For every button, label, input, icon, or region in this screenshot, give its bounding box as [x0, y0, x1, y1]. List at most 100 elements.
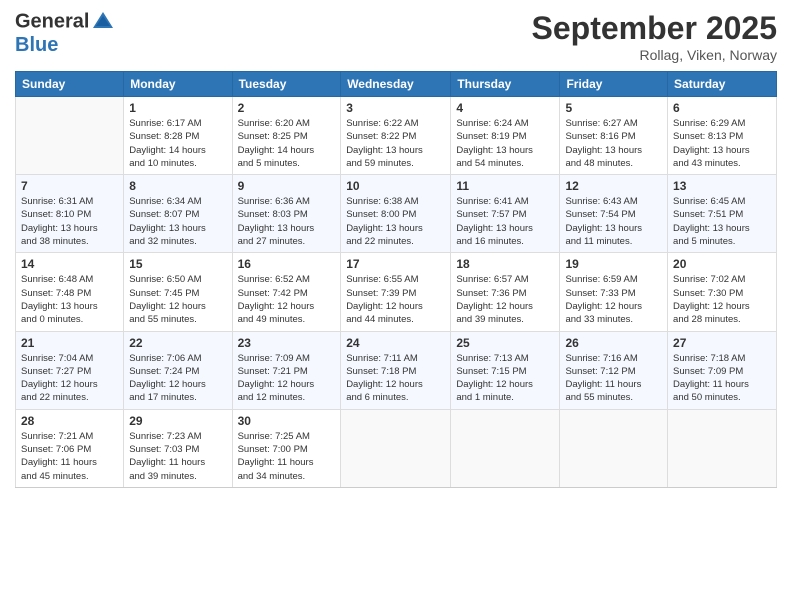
month-title: September 2025 [532, 10, 777, 47]
calendar-cell: 4 Sunrise: 6:24 AMSunset: 8:19 PMDaylight… [451, 97, 560, 175]
day-number: 6 [673, 101, 771, 115]
calendar-cell: 12 Sunrise: 6:43 AMSunset: 7:54 PMDayligh… [560, 175, 668, 253]
day-info: Sunrise: 6:31 AMSunset: 8:10 PMDaylight:… [21, 195, 118, 248]
calendar-cell: 27Sunrise: 7:18 AMSunset: 7:09 PMDayligh… [668, 331, 777, 409]
day-number: 23 [238, 336, 336, 350]
day-number: 13 [673, 179, 771, 193]
day-info: Sunrise: 7:16 AMSunset: 7:12 PMDaylight:… [565, 352, 662, 405]
day-number: 7 [21, 179, 118, 193]
calendar-cell: 10 Sunrise: 6:38 AMSunset: 8:00 PMDayligh… [341, 175, 451, 253]
calendar-cell: 19 Sunrise: 6:59 AMSunset: 7:33 PMDayligh… [560, 253, 668, 331]
day-number: 2 [238, 101, 336, 115]
weekday-header-monday: Monday [124, 72, 232, 97]
day-number: 30 [238, 414, 336, 428]
day-info: Sunrise: 6:22 AMSunset: 8:22 PMDaylight:… [346, 117, 445, 170]
weekday-header-tuesday: Tuesday [232, 72, 341, 97]
calendar-cell: 5 Sunrise: 6:27 AMSunset: 8:16 PMDaylight… [560, 97, 668, 175]
calendar-cell: 23Sunrise: 7:09 AMSunset: 7:21 PMDayligh… [232, 331, 341, 409]
calendar-cell: 15 Sunrise: 6:50 AMSunset: 7:45 PMDayligh… [124, 253, 232, 331]
day-info: Sunrise: 7:04 AMSunset: 7:27 PMDaylight:… [21, 352, 118, 405]
calendar-cell: 28 Sunrise: 7:21 AMSunset: 7:06 PMDayligh… [16, 409, 124, 487]
calendar-cell: 22 Sunrise: 7:06 AMSunset: 7:24 PMDayligh… [124, 331, 232, 409]
day-info: Sunrise: 6:55 AMSunset: 7:39 PMDaylight:… [346, 273, 445, 326]
calendar-cell: 17 Sunrise: 6:55 AMSunset: 7:39 PMDayligh… [341, 253, 451, 331]
header: General Blue September 2025 Rollag, Vike… [15, 10, 777, 63]
day-number: 4 [456, 101, 554, 115]
day-info: Sunrise: 6:20 AMSunset: 8:25 PMDaylight:… [238, 117, 336, 170]
day-info: Sunrise: 6:48 AMSunset: 7:48 PMDaylight:… [21, 273, 118, 326]
day-info: Sunrise: 6:43 AMSunset: 7:54 PMDaylight:… [565, 195, 662, 248]
day-number: 11 [456, 179, 554, 193]
logo-triangle-icon [91, 10, 115, 34]
weekday-header-saturday: Saturday [668, 72, 777, 97]
day-number: 22 [129, 336, 226, 350]
calendar-cell: 7 Sunrise: 6:31 AMSunset: 8:10 PMDaylight… [16, 175, 124, 253]
calendar-cell [560, 409, 668, 487]
calendar-cell: 2 Sunrise: 6:20 AMSunset: 8:25 PMDaylight… [232, 97, 341, 175]
day-number: 21 [21, 336, 118, 350]
logo-general: General [15, 10, 89, 32]
day-info: Sunrise: 6:52 AMSunset: 7:42 PMDaylight:… [238, 273, 336, 326]
weekday-header-row: SundayMondayTuesdayWednesdayThursdayFrid… [16, 72, 777, 97]
calendar-cell: 1 Sunrise: 6:17 AMSunset: 8:28 PMDaylight… [124, 97, 232, 175]
day-info: Sunrise: 6:50 AMSunset: 7:45 PMDaylight:… [129, 273, 226, 326]
calendar-cell [341, 409, 451, 487]
calendar-cell: 3 Sunrise: 6:22 AMSunset: 8:22 PMDaylight… [341, 97, 451, 175]
weekday-header-friday: Friday [560, 72, 668, 97]
location: Rollag, Viken, Norway [532, 47, 777, 63]
calendar-cell: 30 Sunrise: 7:25 AMSunset: 7:00 PMDayligh… [232, 409, 341, 487]
day-info: Sunrise: 6:41 AMSunset: 7:57 PMDaylight:… [456, 195, 554, 248]
calendar-cell: 14 Sunrise: 6:48 AMSunset: 7:48 PMDayligh… [16, 253, 124, 331]
day-info: Sunrise: 7:21 AMSunset: 7:06 PMDaylight:… [21, 430, 118, 483]
calendar-cell: 21 Sunrise: 7:04 AMSunset: 7:27 PMDayligh… [16, 331, 124, 409]
day-number: 20 [673, 257, 771, 271]
day-info: Sunrise: 6:59 AMSunset: 7:33 PMDaylight:… [565, 273, 662, 326]
day-number: 16 [238, 257, 336, 271]
day-info: Sunrise: 6:38 AMSunset: 8:00 PMDaylight:… [346, 195, 445, 248]
day-info: Sunrise: 6:17 AMSunset: 8:28 PMDaylight:… [129, 117, 226, 170]
day-info: Sunrise: 6:57 AMSunset: 7:36 PMDaylight:… [456, 273, 554, 326]
day-info: Sunrise: 7:06 AMSunset: 7:24 PMDaylight:… [129, 352, 226, 405]
day-number: 3 [346, 101, 445, 115]
calendar-cell: 6 Sunrise: 6:29 AMSunset: 8:13 PMDaylight… [668, 97, 777, 175]
calendar-cell: 29 Sunrise: 7:23 AMSunset: 7:03 PMDayligh… [124, 409, 232, 487]
day-info: Sunrise: 7:02 AMSunset: 7:30 PMDaylight:… [673, 273, 771, 326]
day-info: Sunrise: 6:29 AMSunset: 8:13 PMDaylight:… [673, 117, 771, 170]
day-number: 25 [456, 336, 554, 350]
day-info: Sunrise: 7:11 AMSunset: 7:18 PMDaylight:… [346, 352, 445, 405]
day-number: 19 [565, 257, 662, 271]
calendar-cell: 24 Sunrise: 7:11 AMSunset: 7:18 PMDayligh… [341, 331, 451, 409]
day-info: Sunrise: 7:18 AMSunset: 7:09 PMDaylight:… [673, 352, 771, 405]
day-info: Sunrise: 6:36 AMSunset: 8:03 PMDaylight:… [238, 195, 336, 248]
day-number: 29 [129, 414, 226, 428]
title-block: September 2025 Rollag, Viken, Norway [532, 10, 777, 63]
calendar-cell [451, 409, 560, 487]
day-number: 9 [238, 179, 336, 193]
day-number: 8 [129, 179, 226, 193]
calendar-cell: 20 Sunrise: 7:02 AMSunset: 7:30 PMDayligh… [668, 253, 777, 331]
day-number: 24 [346, 336, 445, 350]
day-number: 17 [346, 257, 445, 271]
day-info: Sunrise: 6:27 AMSunset: 8:16 PMDaylight:… [565, 117, 662, 170]
calendar-cell: 25 Sunrise: 7:13 AMSunset: 7:15 PMDayligh… [451, 331, 560, 409]
day-number: 10 [346, 179, 445, 193]
day-number: 15 [129, 257, 226, 271]
day-number: 28 [21, 414, 118, 428]
day-info: Sunrise: 6:24 AMSunset: 8:19 PMDaylight:… [456, 117, 554, 170]
logo: General Blue [15, 10, 115, 56]
weekday-header-thursday: Thursday [451, 72, 560, 97]
day-number: 14 [21, 257, 118, 271]
calendar: SundayMondayTuesdayWednesdayThursdayFrid… [15, 71, 777, 488]
day-info: Sunrise: 7:13 AMSunset: 7:15 PMDaylight:… [456, 352, 554, 405]
calendar-cell: 26Sunrise: 7:16 AMSunset: 7:12 PMDayligh… [560, 331, 668, 409]
day-number: 18 [456, 257, 554, 271]
calendar-cell: 16 Sunrise: 6:52 AMSunset: 7:42 PMDayligh… [232, 253, 341, 331]
calendar-cell: 9 Sunrise: 6:36 AMSunset: 8:03 PMDaylight… [232, 175, 341, 253]
day-number: 12 [565, 179, 662, 193]
day-info: Sunrise: 7:23 AMSunset: 7:03 PMDaylight:… [129, 430, 226, 483]
day-number: 5 [565, 101, 662, 115]
calendar-cell: 18 Sunrise: 6:57 AMSunset: 7:36 PMDayligh… [451, 253, 560, 331]
day-number: 1 [129, 101, 226, 115]
day-info: Sunrise: 7:25 AMSunset: 7:00 PMDaylight:… [238, 430, 336, 483]
day-info: Sunrise: 6:34 AMSunset: 8:07 PMDaylight:… [129, 195, 226, 248]
